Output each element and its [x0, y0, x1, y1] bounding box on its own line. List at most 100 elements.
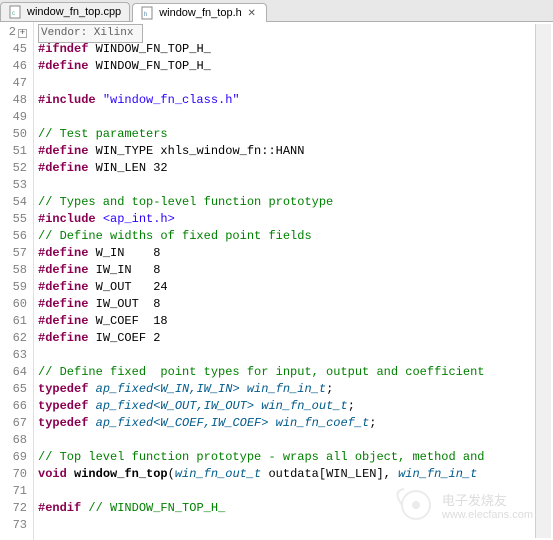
code-token: WINDOW_FN_TOP_H_ [88, 59, 210, 73]
line-number: 62 [0, 330, 27, 347]
line-number: 69 [0, 449, 27, 466]
line-number: 47 [0, 75, 27, 92]
code-token: #define [38, 331, 88, 345]
line-number: 51 [0, 143, 27, 160]
line-number: 59 [0, 279, 27, 296]
code-line[interactable] [38, 109, 549, 126]
code-token: outdata[WIN_LEN], [261, 467, 398, 481]
code-line[interactable]: // Define fixed point types for input, o… [38, 364, 549, 381]
code-token [88, 416, 95, 430]
code-line[interactable]: #endif // WINDOW_FN_TOP_H_ [38, 500, 549, 517]
code-token: // WINDOW_FN_TOP_H_ [88, 501, 225, 515]
tab-bar: c window_fn_top.cpp h window_fn_top.h ✕ [0, 0, 553, 22]
code-token: WIN_TYPE xhls_window_fn::HANN [88, 144, 304, 158]
code-line[interactable] [38, 517, 549, 534]
code-token: WINDOW_FN_TOP_H_ [88, 42, 210, 56]
code-token: ( [168, 467, 175, 481]
line-number: 68 [0, 432, 27, 449]
code-token: window_fn_top [74, 467, 168, 481]
code-line[interactable]: void window_fn_top(win_fn_out_t outdata[… [38, 466, 549, 483]
code-line[interactable]: #define W_COEF 18 [38, 313, 549, 330]
code-line[interactable]: #define IW_IN 8 [38, 262, 549, 279]
code-token: typedef [38, 416, 88, 430]
tab-cpp[interactable]: c window_fn_top.cpp [0, 2, 130, 21]
code-line[interactable]: #define W_OUT 24 [38, 279, 549, 296]
code-line[interactable]: #include "window_fn_class.h" [38, 92, 549, 109]
code-token: win_fn_in_t [398, 467, 477, 481]
code-line[interactable]: Vendor: Xilinx [38, 24, 549, 41]
line-number: 56 [0, 228, 27, 245]
code-token: win_fn_coef_t [276, 416, 370, 430]
line-number: 52 [0, 160, 27, 177]
code-token: // Test parameters [38, 127, 168, 141]
code-token [477, 467, 484, 481]
line-number: 58 [0, 262, 27, 279]
code-token: win_fn_out_t [175, 467, 261, 481]
code-token: IW_IN 8 [88, 263, 160, 277]
code-token: #define [38, 263, 88, 277]
code-token: ; [326, 382, 333, 396]
code-token: "window_fn_class.h" [103, 93, 240, 107]
code-line[interactable]: #define IW_OUT 8 [38, 296, 549, 313]
code-token: typedef [38, 382, 88, 396]
line-number: 45 [0, 41, 27, 58]
line-number: 48 [0, 92, 27, 109]
cpp-file-icon: c [9, 5, 23, 19]
code-line[interactable]: #define IW_COEF 2 [38, 330, 549, 347]
code-line[interactable]: // Test parameters [38, 126, 549, 143]
overview-ruler[interactable] [535, 24, 551, 538]
code-line[interactable]: // Types and top-level function prototyp… [38, 194, 549, 211]
close-icon[interactable]: ✕ [246, 7, 258, 19]
code-line[interactable]: #define W_IN 8 [38, 245, 549, 262]
code-line[interactable]: #define WIN_TYPE xhls_window_fn::HANN [38, 143, 549, 160]
code-token: ; [369, 416, 376, 430]
code-line[interactable]: typedef ap_fixed<W_IN,IW_IN> win_fn_in_t… [38, 381, 549, 398]
code-line[interactable]: typedef ap_fixed<W_COEF,IW_COEF> win_fn_… [38, 415, 549, 432]
code-token: #define [38, 161, 88, 175]
code-line[interactable]: #ifndef WINDOW_FN_TOP_H_ [38, 41, 549, 58]
code-token [67, 467, 74, 481]
code-token [88, 382, 95, 396]
code-area[interactable]: Vendor: Xilinx #ifndef WINDOW_FN_TOP_H_#… [34, 22, 553, 540]
code-token [240, 382, 247, 396]
code-token: // Top level function prototype - wraps … [38, 450, 492, 464]
fold-expand-icon[interactable]: + [18, 29, 27, 38]
code-token: #define [38, 59, 88, 73]
code-line[interactable]: #define WIN_LEN 32 [38, 160, 549, 177]
code-token: void [38, 467, 67, 481]
code-editor[interactable]: 2+45464748495051525354555657585960616263… [0, 22, 553, 540]
code-token [88, 399, 95, 413]
code-line[interactable]: #define WINDOW_FN_TOP_H_ [38, 58, 549, 75]
line-number: 54 [0, 194, 27, 211]
code-token: IW_OUT 8 [88, 297, 160, 311]
line-number: 60 [0, 296, 27, 313]
code-token: // Define widths of fixed point fields [38, 229, 312, 243]
svg-text:h: h [144, 12, 147, 18]
code-token: #endif [38, 501, 81, 515]
code-token: IW_COEF 2 [88, 331, 160, 345]
code-line[interactable] [38, 177, 549, 194]
code-line[interactable]: #include <ap_int.h> [38, 211, 549, 228]
code-token: #define [38, 280, 88, 294]
line-number: 71 [0, 483, 27, 500]
code-token: W_COEF 18 [88, 314, 167, 328]
code-token [96, 93, 103, 107]
line-number: 61 [0, 313, 27, 330]
line-number: 64 [0, 364, 27, 381]
code-token: ; [348, 399, 355, 413]
code-line[interactable]: typedef ap_fixed<W_OUT,IW_OUT> win_fn_ou… [38, 398, 549, 415]
tab-header[interactable]: h window_fn_top.h ✕ [132, 3, 267, 22]
h-file-icon: h [141, 6, 155, 20]
code-token: #define [38, 314, 88, 328]
code-line[interactable] [38, 483, 549, 500]
tab-label: window_fn_top.h [159, 7, 242, 19]
code-line[interactable]: // Top level function prototype - wraps … [38, 449, 549, 466]
code-line[interactable] [38, 75, 549, 92]
code-token: #define [38, 144, 88, 158]
code-line[interactable]: // Define widths of fixed point fields [38, 228, 549, 245]
line-number: 70 [0, 466, 27, 483]
line-number-gutter: 2+45464748495051525354555657585960616263… [0, 22, 34, 540]
line-number: 63 [0, 347, 27, 364]
code-line[interactable] [38, 432, 549, 449]
code-line[interactable] [38, 347, 549, 364]
